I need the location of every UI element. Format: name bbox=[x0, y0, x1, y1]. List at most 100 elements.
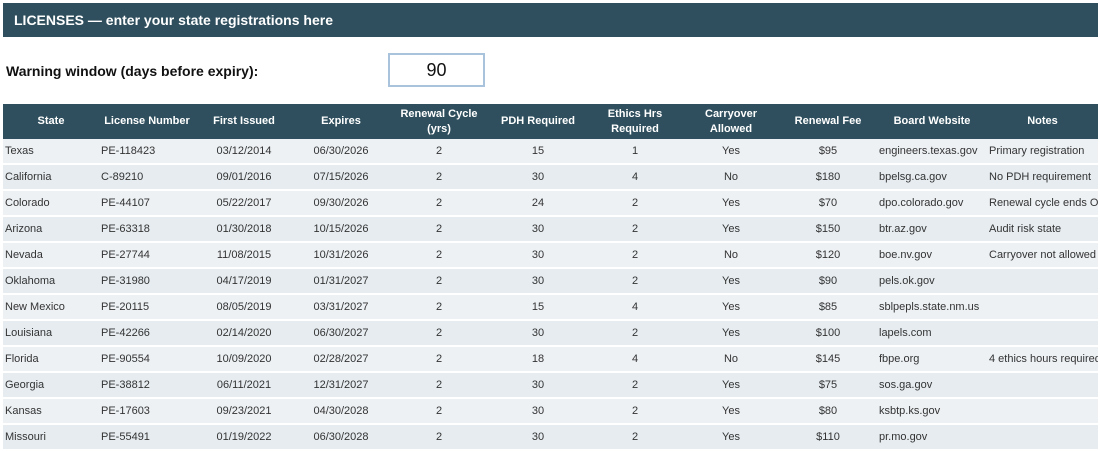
cell-carryover-allowed[interactable]: No bbox=[683, 242, 779, 269]
table-row[interactable]: Florida PE-90554 10/09/2020 02/28/2027 2 18 4 N… bbox=[3, 346, 1098, 373]
cell-pdh-required[interactable]: 15 bbox=[489, 294, 587, 321]
cell-board-website[interactable]: pels.ok.gov bbox=[877, 268, 987, 295]
cell-notes[interactable] bbox=[987, 424, 1098, 451]
cell-license-number[interactable]: PE-31980 bbox=[99, 268, 195, 295]
warning-window-input[interactable] bbox=[388, 53, 485, 87]
cell-expires[interactable]: 03/31/2027 bbox=[293, 294, 389, 321]
column-header-license-number[interactable]: License Number bbox=[99, 104, 195, 139]
cell-pdh-required[interactable]: 30 bbox=[489, 268, 587, 295]
cell-first-issued[interactable]: 11/08/2015 bbox=[195, 242, 293, 269]
cell-notes[interactable]: No PDH requirement bbox=[987, 164, 1098, 191]
cell-carryover-allowed[interactable]: Yes bbox=[683, 216, 779, 243]
cell-ethics-hrs[interactable]: 2 bbox=[587, 320, 683, 347]
cell-ethics-hrs[interactable]: 2 bbox=[587, 398, 683, 425]
cell-expires[interactable]: 04/30/2028 bbox=[293, 398, 389, 425]
cell-renewal-cycle[interactable]: 2 bbox=[389, 139, 489, 165]
table-row[interactable]: Colorado PE-44107 05/22/2017 09/30/2026 2 24 2… bbox=[3, 190, 1098, 217]
cell-ethics-hrs[interactable]: 4 bbox=[587, 346, 683, 373]
cell-license-number[interactable]: PE-44107 bbox=[99, 190, 195, 217]
column-header-carryover-allowed[interactable]: Carryover Allowed bbox=[683, 104, 779, 139]
cell-first-issued[interactable]: 05/22/2017 bbox=[195, 190, 293, 217]
cell-state[interactable]: Georgia bbox=[3, 372, 99, 399]
cell-expires[interactable]: 07/15/2026 bbox=[293, 164, 389, 191]
cell-renewal-cycle[interactable]: 2 bbox=[389, 372, 489, 399]
cell-board-website[interactable]: boe.nv.gov bbox=[877, 242, 987, 269]
cell-license-number[interactable]: PE-42266 bbox=[99, 320, 195, 347]
table-row[interactable]: California C-89210 09/01/2016 07/15/2026 2 30… bbox=[3, 164, 1098, 191]
cell-license-number[interactable]: PE-90554 bbox=[99, 346, 195, 373]
cell-license-number[interactable]: PE-55491 bbox=[99, 424, 195, 451]
column-header-pdh-required[interactable]: PDH Required bbox=[489, 104, 587, 139]
cell-carryover-allowed[interactable]: Yes bbox=[683, 139, 779, 165]
cell-renewal-cycle[interactable]: 2 bbox=[389, 320, 489, 347]
cell-first-issued[interactable]: 01/30/2018 bbox=[195, 216, 293, 243]
cell-expires[interactable]: 01/31/2027 bbox=[293, 268, 389, 295]
cell-renewal-fee[interactable]: $70 bbox=[779, 190, 877, 217]
column-header-expires[interactable]: Expires bbox=[293, 104, 389, 139]
table-row[interactable]: New Mexico PE-20115 08/05/2019 03/31/2027 2 1… bbox=[3, 294, 1098, 321]
cell-renewal-fee[interactable]: $145 bbox=[779, 346, 877, 373]
cell-board-website[interactable]: fbpe.org bbox=[877, 346, 987, 373]
cell-renewal-cycle[interactable]: 2 bbox=[389, 424, 489, 451]
cell-pdh-required[interactable]: 30 bbox=[489, 372, 587, 399]
cell-carryover-allowed[interactable]: Yes bbox=[683, 424, 779, 451]
cell-expires[interactable]: 10/15/2026 bbox=[293, 216, 389, 243]
cell-renewal-fee[interactable]: $80 bbox=[779, 398, 877, 425]
cell-carryover-allowed[interactable]: Yes bbox=[683, 190, 779, 217]
cell-ethics-hrs[interactable]: 2 bbox=[587, 190, 683, 217]
table-row[interactable]: Arizona PE-63318 01/30/2018 10/15/2026 2 30 2 Y… bbox=[3, 216, 1098, 243]
cell-pdh-required[interactable]: 30 bbox=[489, 242, 587, 269]
cell-state[interactable]: Texas bbox=[3, 139, 99, 165]
cell-board-website[interactable]: lapels.com bbox=[877, 320, 987, 347]
cell-expires[interactable]: 02/28/2027 bbox=[293, 346, 389, 373]
cell-first-issued[interactable]: 06/11/2021 bbox=[195, 372, 293, 399]
cell-first-issued[interactable]: 09/23/2021 bbox=[195, 398, 293, 425]
table-row[interactable]: Kansas PE-17603 09/23/2021 04/30/2028 2 30 2 Ye… bbox=[3, 398, 1098, 425]
cell-board-website[interactable]: bpelsg.ca.gov bbox=[877, 164, 987, 191]
table-row[interactable]: Nevada PE-27744 11/08/2015 10/31/2026 2 30 2 No… bbox=[3, 242, 1098, 269]
cell-state[interactable]: New Mexico bbox=[3, 294, 99, 321]
cell-renewal-fee[interactable]: $150 bbox=[779, 216, 877, 243]
cell-board-website[interactable]: sos.ga.gov bbox=[877, 372, 987, 399]
cell-state[interactable]: Arizona bbox=[3, 216, 99, 243]
cell-renewal-cycle[interactable]: 2 bbox=[389, 164, 489, 191]
cell-board-website[interactable]: sblpepls.state.nm.us bbox=[877, 294, 987, 321]
column-header-renewal-cycle[interactable]: Renewal Cycle (yrs) bbox=[389, 104, 489, 139]
cell-state[interactable]: California bbox=[3, 164, 99, 191]
cell-ethics-hrs[interactable]: 2 bbox=[587, 372, 683, 399]
cell-license-number[interactable]: C-89210 bbox=[99, 164, 195, 191]
table-row[interactable]: Georgia PE-38812 06/11/2021 12/31/2027 2 30 2 Y… bbox=[3, 372, 1098, 399]
cell-renewal-fee[interactable]: $85 bbox=[779, 294, 877, 321]
cell-ethics-hrs[interactable]: 2 bbox=[587, 242, 683, 269]
cell-first-issued[interactable]: 09/01/2016 bbox=[195, 164, 293, 191]
cell-notes[interactable]: Audit risk state bbox=[987, 216, 1098, 243]
cell-carryover-allowed[interactable]: Yes bbox=[683, 320, 779, 347]
cell-first-issued[interactable]: 08/05/2019 bbox=[195, 294, 293, 321]
cell-notes[interactable] bbox=[987, 372, 1098, 399]
cell-expires[interactable]: 06/30/2026 bbox=[293, 139, 389, 165]
cell-first-issued[interactable]: 01/19/2022 bbox=[195, 424, 293, 451]
cell-renewal-cycle[interactable]: 2 bbox=[389, 268, 489, 295]
cell-state[interactable]: Colorado bbox=[3, 190, 99, 217]
cell-license-number[interactable]: PE-17603 bbox=[99, 398, 195, 425]
cell-renewal-fee[interactable]: $95 bbox=[779, 139, 877, 165]
cell-license-number[interactable]: PE-63318 bbox=[99, 216, 195, 243]
cell-state[interactable]: Oklahoma bbox=[3, 268, 99, 295]
cell-notes[interactable] bbox=[987, 268, 1098, 295]
table-row[interactable]: Oklahoma PE-31980 04/17/2019 01/31/2027 2 30 2… bbox=[3, 268, 1098, 295]
cell-expires[interactable]: 06/30/2028 bbox=[293, 424, 389, 451]
cell-license-number[interactable]: PE-118423 bbox=[99, 139, 195, 165]
cell-expires[interactable]: 10/31/2026 bbox=[293, 242, 389, 269]
cell-ethics-hrs[interactable]: 1 bbox=[587, 139, 683, 165]
cell-renewal-cycle[interactable]: 2 bbox=[389, 294, 489, 321]
column-header-notes[interactable]: Notes bbox=[987, 104, 1098, 139]
column-header-ethics-hrs[interactable]: Ethics Hrs Required bbox=[587, 104, 683, 139]
cell-pdh-required[interactable]: 30 bbox=[489, 398, 587, 425]
cell-board-website[interactable]: dpo.colorado.gov bbox=[877, 190, 987, 217]
cell-state[interactable]: Kansas bbox=[3, 398, 99, 425]
cell-first-issued[interactable]: 04/17/2019 bbox=[195, 268, 293, 295]
table-row[interactable]: Louisiana PE-42266 02/14/2020 06/30/2027 2 30… bbox=[3, 320, 1098, 347]
cell-renewal-fee[interactable]: $100 bbox=[779, 320, 877, 347]
cell-renewal-fee[interactable]: $110 bbox=[779, 424, 877, 451]
cell-renewal-cycle[interactable]: 2 bbox=[389, 190, 489, 217]
